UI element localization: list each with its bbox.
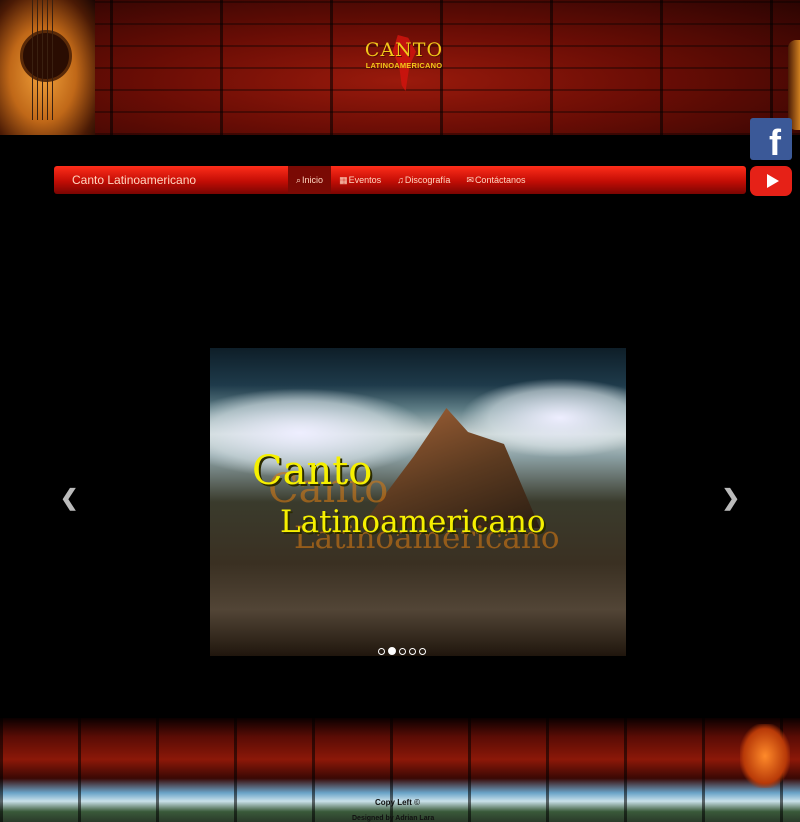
carousel-indicators (378, 647, 426, 655)
calendar-icon: ▦ (339, 174, 348, 185)
carousel-indicator[interactable] (419, 648, 426, 655)
guitar-image (0, 0, 95, 135)
copyleft-text: Copy Left © (375, 798, 421, 807)
nav-item-label: Discografía (404, 175, 451, 185)
carousel-prev-icon[interactable]: ❮ (60, 485, 78, 511)
youtube-icon (766, 174, 779, 188)
slide-title-line1: Canto (252, 448, 373, 494)
nav-item-inicio[interactable]: ⌕ Inicio (288, 166, 332, 194)
envelope-icon: ✉ (466, 174, 474, 185)
site-logo[interactable]: CANTO LATINOAMERICANO (362, 35, 446, 91)
youtube-button[interactable] (750, 166, 792, 196)
nav-item-label: Inicio (302, 175, 324, 185)
nav-item-label: Eventos (348, 175, 382, 185)
footer-banner: Copy Left © Designed by Adrian Lara (0, 718, 800, 822)
guitar-strings (32, 0, 54, 120)
carousel-indicator[interactable] (378, 648, 385, 655)
nav-item-label: Contáctanos (474, 175, 526, 185)
carousel-slide: Canto Latinoamericano (210, 348, 626, 656)
facebook-icon: f (769, 122, 781, 163)
guitar-image-right (788, 40, 800, 130)
carousel-indicator[interactable] (399, 648, 406, 655)
image-carousel: Canto Latinoamericano ❮ ❯ (54, 340, 746, 670)
header-banner: CANTO LATINOAMERICANO (0, 0, 800, 135)
logo-title: CANTO (364, 39, 444, 61)
slide-title-line2: Latinoamericano (280, 504, 546, 540)
main-navbar: Canto Latinoamericano ⌕ Inicio ▦ Eventos… (54, 166, 746, 194)
designer-credit: Designed by Adrian Lara (352, 815, 435, 822)
carousel-indicator-active[interactable] (388, 647, 396, 655)
violin-image (740, 724, 790, 788)
carousel-indicator[interactable] (409, 648, 416, 655)
nav-item-contactanos[interactable]: ✉ Contáctanos (458, 166, 533, 194)
navbar-brand[interactable]: Canto Latinoamericano (72, 173, 288, 187)
carousel-next-icon[interactable]: ❯ (722, 485, 740, 511)
nav-item-discografia[interactable]: ♫ Discografía (389, 166, 458, 194)
music-icon: ♫ (397, 175, 404, 185)
nav-item-eventos[interactable]: ▦ Eventos (331, 166, 389, 194)
logo-subtitle: LATINOAMERICANO (365, 61, 443, 70)
search-icon: ⌕ (296, 174, 302, 185)
facebook-button[interactable]: f (750, 118, 792, 163)
